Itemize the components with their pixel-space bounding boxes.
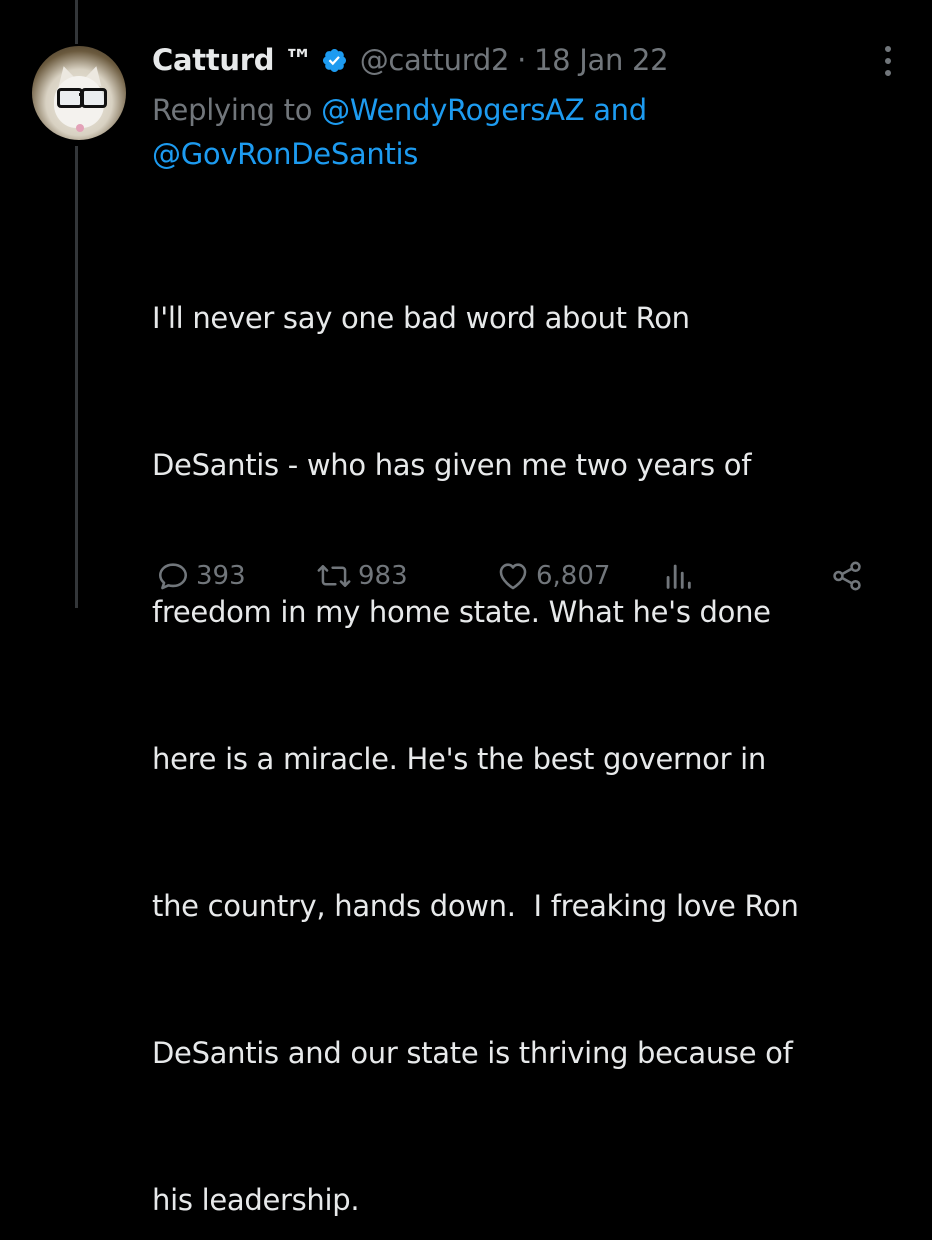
verified-badge-icon (322, 48, 346, 72)
retweet-button[interactable]: 983 (316, 556, 408, 596)
replying-to-line: Replying to @WendyRogersAZ and @GovRonDe… (152, 88, 852, 176)
mention-joiner: and (593, 93, 647, 127)
thread-line-top (75, 0, 78, 44)
like-icon (499, 563, 527, 590)
reply-icon (158, 563, 188, 590)
views-button[interactable] (661, 556, 695, 596)
tweet-text-line: I'll never say one bad word about Ron (152, 301, 690, 335)
mention-link[interactable]: @GovRonDeSantis (152, 137, 418, 171)
action-bar: 393 983 6,807 (156, 556, 876, 596)
reply-button[interactable]: 393 (156, 556, 246, 596)
author-handle[interactable]: @catturd2 (360, 43, 510, 77)
tweet-text-line: the country, hands down. I freaking love… (152, 889, 799, 923)
retweet-icon (317, 565, 351, 587)
share-button[interactable] (830, 556, 864, 596)
share-icon (833, 561, 861, 591)
like-button[interactable]: 6,807 (496, 556, 610, 596)
retweet-count: 983 (358, 561, 408, 591)
tweet-text-line: DeSantis - who has given me two years of (152, 448, 752, 482)
reply-count: 393 (196, 561, 246, 591)
views-icon (666, 564, 691, 589)
author-name[interactable]: Catturd ™ (152, 43, 313, 77)
more-options-icon[interactable] (880, 44, 896, 78)
tweet-date[interactable]: 18 Jan 22 (534, 43, 669, 77)
tweet-text-line: here is a miracle. He's the best governo… (152, 742, 766, 776)
thread-line-bottom (75, 146, 78, 608)
tweet-text-line: DeSantis and our state is thriving becau… (152, 1036, 793, 1070)
like-count: 6,807 (536, 561, 611, 591)
avatar[interactable] (32, 46, 126, 140)
tweet-text: I'll never say one bad word about Ron De… (152, 196, 912, 1240)
tweet-text-line: his leadership. (152, 1183, 360, 1217)
separator-dot: · (517, 43, 527, 77)
replying-to-label: Replying to (152, 93, 313, 127)
tweet-header: Catturd ™ @catturd2 · 18 Jan 22 (152, 36, 669, 84)
mention-link[interactable]: @WendyRogersAZ (321, 93, 584, 127)
